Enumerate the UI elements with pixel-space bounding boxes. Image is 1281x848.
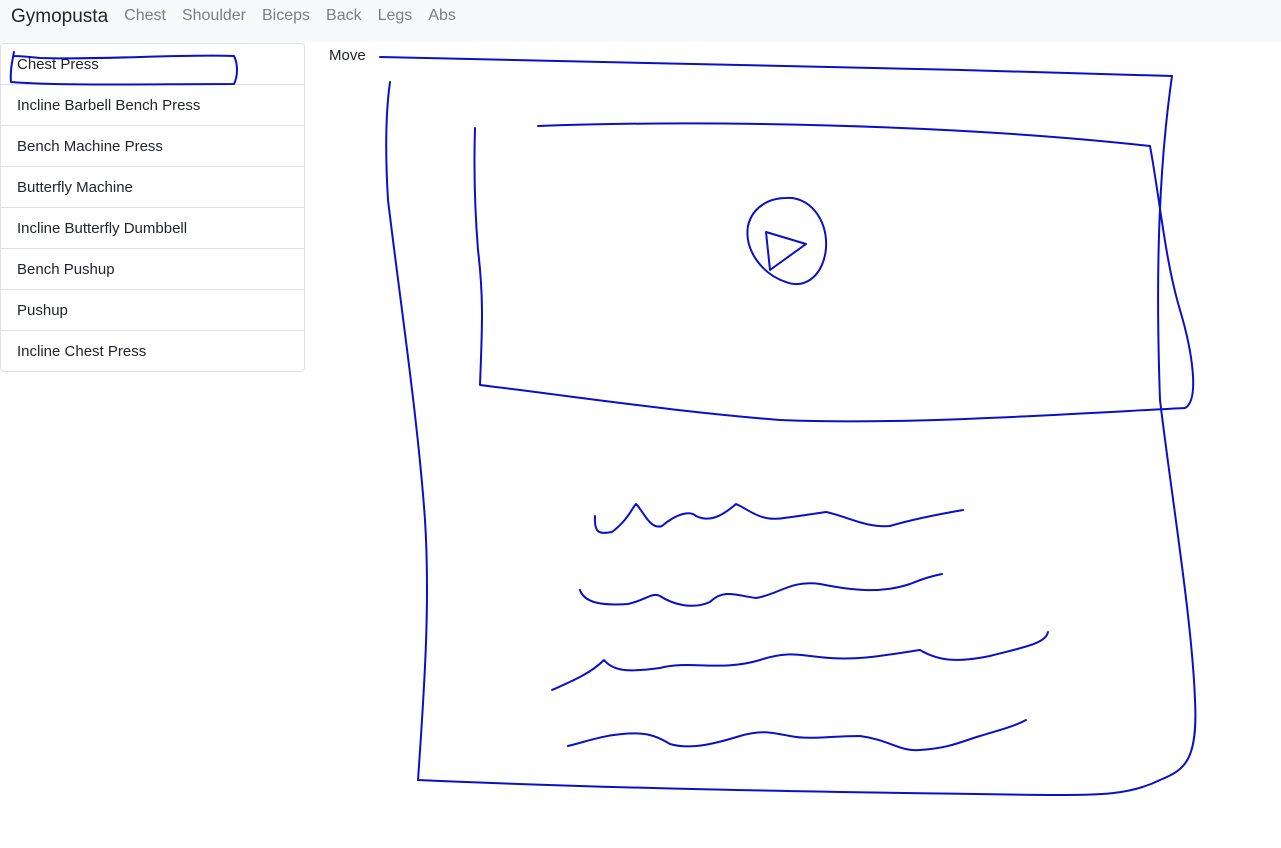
- video-frame-sketch: [473, 122, 1195, 423]
- exercise-item-pushup[interactable]: Pushup: [1, 289, 304, 330]
- nav-link-back[interactable]: Back: [326, 8, 362, 24]
- play-icon: [746, 196, 828, 285]
- text-line-sketch-2: [579, 573, 943, 607]
- nav-links: Chest Shoulder Biceps Back Legs Abs: [124, 8, 472, 24]
- exercise-item-butterfly-machine[interactable]: Butterfly Machine: [1, 166, 304, 207]
- exercise-item-bench-machine-press[interactable]: Bench Machine Press: [1, 125, 304, 166]
- text-line-sketch-1: [593, 503, 964, 534]
- card-frame-sketch: [379, 56, 1197, 796]
- nav-link-legs[interactable]: Legs: [378, 8, 413, 24]
- exercise-item-chest-press[interactable]: Chest Press: [1, 44, 304, 84]
- nav-link-abs[interactable]: Abs: [428, 8, 456, 24]
- exercise-item-incline-barbell-bench-press[interactable]: Incline Barbell Bench Press: [1, 84, 304, 125]
- top-navbar: Gymopusta Chest Shoulder Biceps Back Leg…: [0, 0, 1281, 42]
- nav-link-biceps[interactable]: Biceps: [262, 8, 310, 24]
- exercise-item-incline-butterfly-dumbbell[interactable]: Incline Butterfly Dumbbell: [1, 207, 304, 248]
- nav-link-shoulder[interactable]: Shoulder: [182, 8, 246, 24]
- text-line-sketch-3: [551, 631, 1049, 691]
- exercise-item-bench-pushup[interactable]: Bench Pushup: [1, 248, 304, 289]
- brand-logo[interactable]: Gymopusta: [11, 7, 108, 26]
- exercise-item-incline-chest-press[interactable]: Incline Chest Press: [1, 330, 304, 371]
- text-line-sketch-4: [567, 719, 1027, 752]
- nav-link-chest[interactable]: Chest: [124, 8, 166, 24]
- move-label: Move: [329, 47, 366, 64]
- exercise-list: Chest Press Incline Barbell Bench Press …: [0, 43, 305, 372]
